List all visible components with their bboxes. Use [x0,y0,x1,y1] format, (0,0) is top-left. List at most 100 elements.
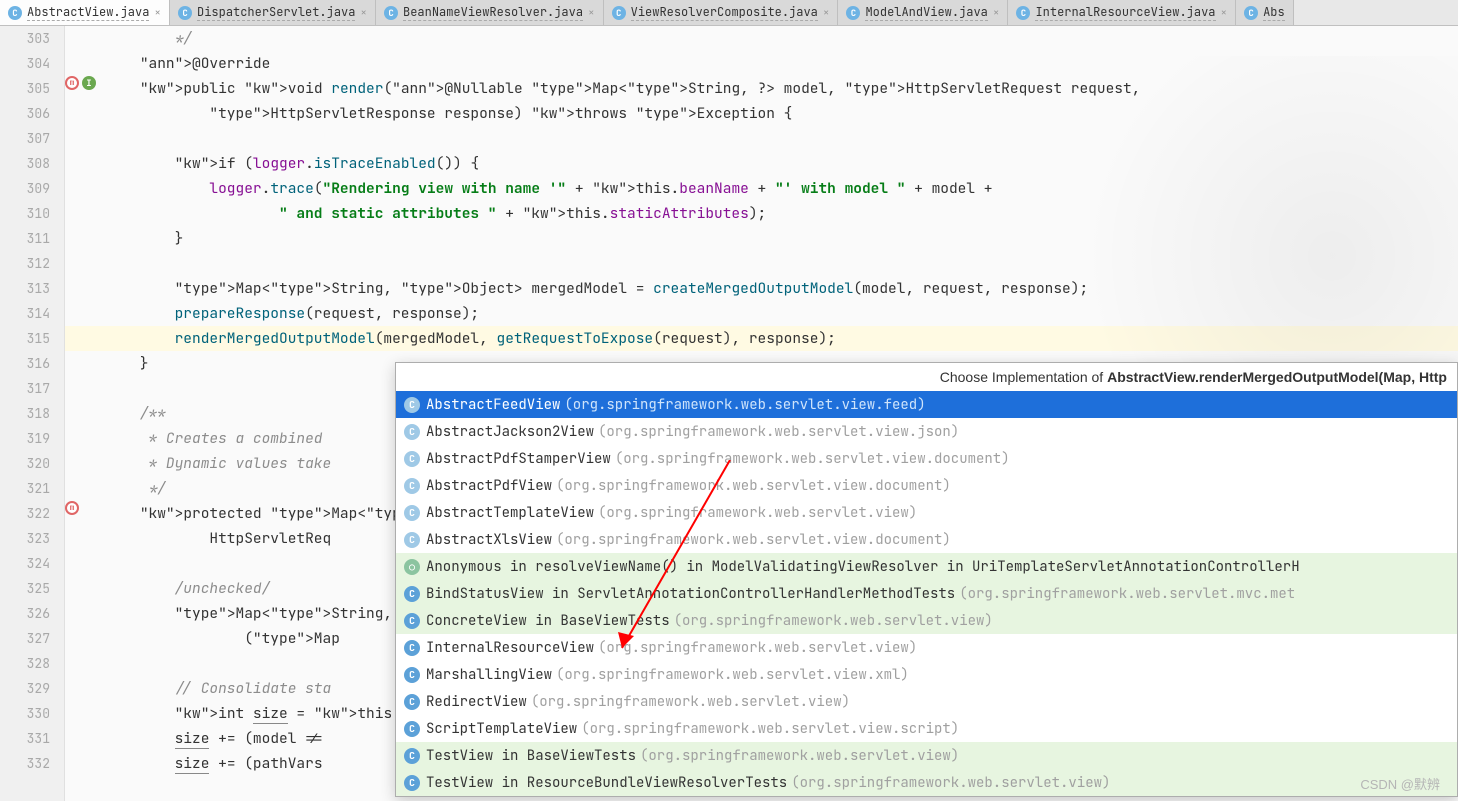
impl-item-concreteview[interactable]: C ConcreteView in BaseViewTests (org.spri… [396,607,1457,634]
impl-item-internalresourceview[interactable]: C InternalResourceView (org.springframewo… [396,634,1457,661]
close-icon[interactable]: × [1221,6,1228,20]
popup-title: Choose Implementation of AbstractView.re… [396,363,1457,391]
impl-name: AbstractFeedView [426,395,560,415]
class-icon: C [1244,6,1258,20]
impl-item-bindstatusview[interactable]: CBindStatusView in ServletAnnotationCont… [396,580,1457,607]
impl-name: AbstractPdfStamperView [426,449,611,469]
code-line[interactable]: */ [105,26,1458,51]
impl-package: (org.springframework.web.servlet.view.xm… [556,665,909,685]
code-line[interactable]: renderMergedOutputModel(mergedModel, get… [65,326,1458,351]
line-number: 323 [0,526,50,551]
watermark: CSDN @默辨 [1360,774,1440,793]
class-icon: C [8,6,22,20]
class-icon: ○ [404,559,420,575]
code-line[interactable]: prepareResponse(request, response); [105,301,1458,326]
tab-internalresourceview-java[interactable]: CInternalResourceView.java× [1008,0,1236,25]
impl-item-marshallingview[interactable]: CMarshallingView (org.springframework.we… [396,661,1457,688]
impl-name: ConcreteView in BaseViewTests [426,611,670,631]
code-line[interactable]: " and static attributes " + "kw">this.st… [105,201,1458,226]
impl-item-redirectview[interactable]: CRedirectView (org.springframework.web.s… [396,688,1457,715]
tab-modelandview-java[interactable]: CModelAndView.java× [838,0,1008,25]
line-number: 308 [0,151,50,176]
line-number: 303 [0,26,50,51]
impl-item-abstractfeedview[interactable]: CAbstractFeedView (org.springframework.w… [396,391,1457,418]
class-icon: C [404,640,420,656]
impl-name: AbstractPdfView [426,476,552,496]
line-number: 320 [0,451,50,476]
line-number: 328 [0,651,50,676]
tab-abs[interactable]: CAbs [1236,0,1294,25]
class-icon: C [846,6,860,20]
class-icon: C [404,478,420,494]
impl-item-anonymous[interactable]: ○ Anonymous in resolveViewName() in Model… [396,553,1457,580]
impl-item-abstractpdfview[interactable]: CAbstractPdfView (org.springframework.we… [396,472,1457,499]
tab-label: BeanNameViewResolver.java [403,4,583,21]
line-number: 326 [0,601,50,626]
impl-name: BindStatusView in ServletAnnotationContr… [426,584,955,604]
line-number: 331 [0,726,50,751]
impl-name: ScriptTemplateView [426,719,577,739]
tab-viewresolvercomposite-java[interactable]: CViewResolverComposite.java× [604,0,839,25]
line-number: 309 [0,176,50,201]
line-number: 318 [0,401,50,426]
impl-package: (org.springframework.web.servlet.view) [674,611,993,631]
impl-item-testview[interactable]: CTestView in BaseViewTests (org.springfr… [396,742,1457,769]
impl-package: (org.springframework.web.servlet.view) [598,503,917,523]
code-line[interactable] [105,251,1458,276]
impl-package: (org.springframework.web.servlet.view) [640,746,959,766]
tab-beannameviewresolver-java[interactable]: CBeanNameViewResolver.java× [376,0,604,25]
code-line[interactable] [105,126,1458,151]
impl-package: (org.springframework.web.servlet.view.js… [598,422,959,442]
class-icon: C [404,424,420,440]
class-icon: C [404,451,420,467]
code-line[interactable]: "type">Map<"type">String, "type">Object>… [105,276,1458,301]
class-icon: C [404,613,420,629]
code-line[interactable]: "ann">@Override [105,51,1458,76]
code-line[interactable]: logger.trace("Rendering view with name '… [105,176,1458,201]
line-number: 332 [0,751,50,776]
line-number: 316 [0,351,50,376]
impl-package: (org.springframework.web.servlet.view.sc… [581,719,959,739]
code-line[interactable]: "kw">public "kw">void render("ann">@Null… [105,76,1458,101]
class-icon: C [404,694,420,710]
impl-item-abstracttemplateview[interactable]: CAbstractTemplateView (org.springframewo… [396,499,1457,526]
line-number: 304 [0,51,50,76]
class-icon: C [404,397,420,413]
close-icon[interactable]: × [154,6,161,20]
tab-abstractview-java[interactable]: C AbstractView.java × [0,0,170,25]
code-line[interactable]: } [105,226,1458,251]
impl-package: (org.springframework.web.servlet.view) [598,638,917,658]
class-icon: C [404,748,420,764]
close-icon[interactable]: × [588,6,595,20]
line-number: 311 [0,226,50,251]
line-number: 324 [0,551,50,576]
impl-name: InternalResourceView [426,638,594,658]
code-line[interactable]: "type">HttpServletResponse response) "kw… [105,101,1458,126]
impl-package: (org.springframework.web.servlet.view) [531,692,850,712]
impl-item-testview[interactable]: C TestView in ResourceBundleViewResolverT… [396,769,1457,796]
line-number: 313 [0,276,50,301]
tab-label: AbstractView.java [27,4,149,21]
class-icon: C [404,775,420,791]
impl-item-abstractxlsview[interactable]: CAbstractXlsView (org.springframework.we… [396,526,1457,553]
line-number-gutter: 3033043053063073083093103113123133143153… [0,26,65,801]
editor-tabbar: CAbstractView.java×CDispatcherServlet.ja… [0,0,1458,26]
line-number: 319 [0,426,50,451]
impl-name: AbstractXlsView [426,530,552,550]
line-number: 327 [0,626,50,651]
impl-item-scripttemplateview[interactable]: CScriptTemplateView (org.springframework… [396,715,1457,742]
impl-name: Anonymous in resolveViewName() in ModelV… [426,557,1300,577]
tab-label: InternalResourceView.java [1035,4,1215,21]
impl-item-abstractpdfstamperview[interactable]: CAbstractPdfStamperView (org.springframe… [396,445,1457,472]
class-icon: C [612,6,626,20]
impl-item-abstractjackson2view[interactable]: CAbstractJackson2View (org.springframewo… [396,418,1457,445]
tab-dispatcherservlet-java[interactable]: CDispatcherServlet.java× [170,0,376,25]
line-number: 310 [0,201,50,226]
line-number: 322 [0,501,50,526]
close-icon[interactable]: × [993,6,1000,20]
impl-name: TestView in ResourceBundleViewResolverTe… [426,773,787,793]
code-line[interactable]: "kw">if (logger.isTraceEnabled()) { [105,151,1458,176]
impl-package: (org.springframework.web.servlet.view.do… [556,530,951,550]
close-icon[interactable]: × [823,6,830,20]
close-icon[interactable]: × [360,6,367,20]
